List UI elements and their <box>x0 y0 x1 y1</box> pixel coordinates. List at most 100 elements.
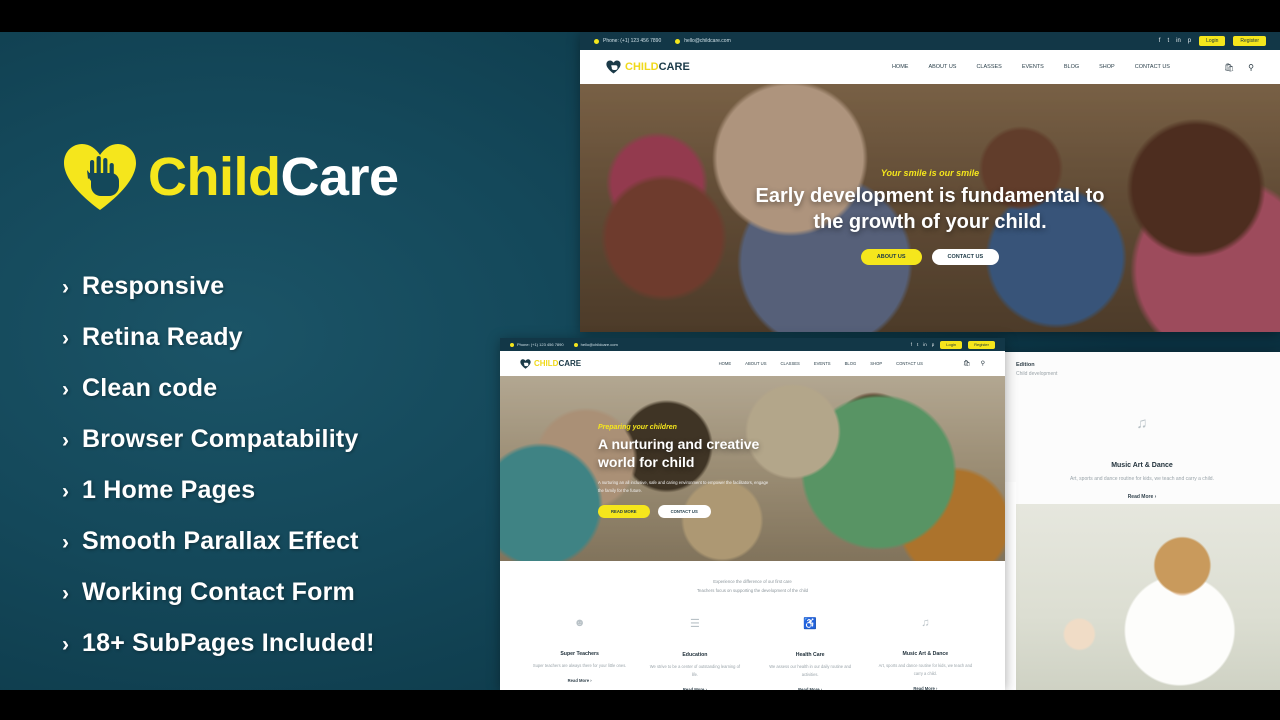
nav-tools: 🛍 ⚲ <box>1210 63 1254 72</box>
twitter-icon[interactable]: t <box>1167 38 1169 44</box>
hero-contact-us-button[interactable]: CONTACT US <box>657 504 711 518</box>
nav-logo[interactable]: CHILD CARE <box>606 60 690 74</box>
chevron-right-icon: › <box>62 633 70 656</box>
search-icon[interactable]: ⚲ <box>1248 63 1254 72</box>
chevron-right-icon: › <box>62 378 70 401</box>
nav-item-events[interactable]: EVENTS <box>1022 64 1044 70</box>
site-navbar: CHILD CARE HOME ABOUT US CLASSES EVENTS B… <box>500 351 1005 376</box>
shotc-left-column <box>1004 482 1016 690</box>
letterbox-top <box>0 0 1280 32</box>
topbar-email[interactable]: hello@childcare.com <box>573 342 618 347</box>
feature-label: Browser Compatability <box>82 425 359 453</box>
shotc-heading: Edition <box>1016 362 1035 368</box>
nav-item-shop[interactable]: SHOP <box>870 361 882 366</box>
teacher-icon: ☻ <box>573 617 586 630</box>
topbar-email[interactable]: hello@childcare.com <box>675 38 731 44</box>
nav-item-events[interactable]: EVENTS <box>814 361 831 366</box>
email-text: hello@childcare.com <box>580 342 618 347</box>
nav-item-contact-us[interactable]: CONTACT US <box>896 361 923 366</box>
nav-item-about-us[interactable]: ABOUT US <box>745 361 766 366</box>
feature-list: › Responsive › Retina Ready › Clean code › B… <box>62 272 492 680</box>
nav-menu: HOME ABOUT US CLASSES EVENTS BLOG SHOP C… <box>872 64 1170 70</box>
service-card: ♫ Music Art & Dance Art, sports and danc… <box>868 617 983 690</box>
search-icon[interactable]: ⚲ <box>981 360 985 367</box>
nav-item-contact-us[interactable]: CONTACT US <box>1135 64 1170 70</box>
login-button[interactable]: Login <box>940 340 963 349</box>
feature-label: Smooth Parallax Effect <box>82 527 359 555</box>
hero-read-more-button[interactable]: READ MORE <box>598 504 650 518</box>
topbar-actions: f t in p Login Register <box>906 340 995 349</box>
chevron-right-icon: › <box>62 429 70 452</box>
linkedin-icon[interactable]: in <box>923 342 927 347</box>
nav-item-shop[interactable]: SHOP <box>1099 64 1115 70</box>
feature-item: › Responsive <box>62 272 492 301</box>
facebook-icon[interactable]: f <box>1159 38 1161 44</box>
nav-item-home[interactable]: HOME <box>892 64 909 70</box>
brand-word-child: Child <box>148 147 281 207</box>
linkedin-icon[interactable]: in <box>1176 38 1181 44</box>
site-topbar: Phone: (+1) 123 456 7890 hello@childcare… <box>500 338 1005 351</box>
feature-label: Working Contact Form <box>82 578 355 606</box>
read-more-link[interactable]: Read More › <box>1004 494 1280 500</box>
shotc-service-card: ♫ Music Art & Dance Art, sports and danc… <box>1004 381 1280 500</box>
topbar-phone[interactable]: Phone: (+1) 123 456 7890 <box>510 342 564 347</box>
music-icon: ♫ <box>1136 415 1148 432</box>
twitter-icon[interactable]: t <box>917 342 918 347</box>
promo-stage: ChildCare › Responsive › Retina Ready › Cle… <box>0 0 1280 720</box>
screenshot-right-partial[interactable]: Edition Child development ♫ Music Art & … <box>1004 352 1280 690</box>
hero-headline-line1: A nurturing and creative <box>598 436 760 452</box>
services-intro-line1: Experience the difference of our first c… <box>713 579 792 584</box>
nav-item-classes[interactable]: CLASSES <box>781 361 800 366</box>
heart-hand-icon <box>62 142 138 212</box>
chevron-right-icon: › <box>62 582 70 605</box>
service-title: Health Care <box>795 652 825 659</box>
screenshot-home-hero[interactable]: Phone: (+1) 123 456 7890 hello@childcare… <box>580 32 1280 332</box>
hero-about-us-button[interactable]: ABOUT US <box>860 249 922 265</box>
music-icon: ♫ <box>921 617 930 630</box>
hero-content: Preparing your children A nurturing and … <box>500 376 770 518</box>
login-button[interactable]: Login <box>1199 36 1226 46</box>
feature-label: Clean code <box>82 374 218 402</box>
nav-item-blog[interactable]: BLOG <box>845 361 857 366</box>
facebook-icon[interactable]: f <box>911 342 912 347</box>
screenshot-home-secondary[interactable]: Phone: (+1) 123 456 7890 hello@childcare… <box>500 338 1005 690</box>
hero-section: Your smile is our smile Early developmen… <box>580 84 1280 332</box>
services-intro-line2: Teachers focus on supporting the develop… <box>696 588 809 594</box>
feature-item: › Working Contact Form <box>62 578 492 607</box>
shotc-header: Edition Child development <box>1004 352 1280 381</box>
hero-tagline: Preparing your children <box>598 424 677 431</box>
feature-item: › Clean code <box>62 374 492 403</box>
phone-text: Phone: (+1) 123 456 7890 <box>517 342 564 347</box>
register-button[interactable]: Register <box>968 340 995 349</box>
feature-item: › Retina Ready <box>62 323 492 352</box>
feature-item: › Browser Compatability <box>62 425 492 454</box>
shotc-subheading: Child development <box>1016 371 1058 377</box>
register-button[interactable]: Register <box>1233 36 1266 46</box>
nav-logo-child: CHILD <box>625 61 659 73</box>
services-intro: Experience the difference of our first c… <box>522 577 983 595</box>
cart-icon[interactable]: 🛍 <box>1224 63 1234 72</box>
read-more-link[interactable]: Read More › <box>522 678 637 683</box>
feature-label: Responsive <box>82 272 225 300</box>
cart-icon[interactable]: 🛍 <box>963 360 971 367</box>
nav-item-home[interactable]: HOME <box>719 361 732 366</box>
nav-item-classes[interactable]: CLASSES <box>976 64 1001 70</box>
letterbox-bottom <box>0 690 1280 720</box>
nav-logo-child: CHILD <box>534 359 559 368</box>
chevron-right-icon: › <box>62 327 70 350</box>
nav-logo[interactable]: CHILD CARE <box>520 358 581 369</box>
hero-buttons: ABOUT US CONTACT US <box>580 249 1280 265</box>
hero-headline-line2: world for child <box>598 454 695 471</box>
email-text: hello@childcare.com <box>684 38 731 44</box>
service-title: Music Art & Dance <box>902 651 949 658</box>
hero-contact-us-button[interactable]: CONTACT US <box>931 249 1000 265</box>
nav-item-blog[interactable]: BLOG <box>1064 64 1079 70</box>
nav-item-about-us[interactable]: ABOUT US <box>928 64 956 70</box>
topbar-phone[interactable]: Phone: (+1) 123 456 7890 <box>594 38 661 44</box>
feature-label: 18+ SubPages Included! <box>82 629 375 657</box>
health-icon: ♿ <box>803 618 817 631</box>
service-title: Music Art & Dance <box>1111 462 1173 469</box>
service-desc: We strive to be a center of outstanding … <box>649 664 741 677</box>
pinterest-icon[interactable]: p <box>1188 38 1191 44</box>
pinterest-icon[interactable]: p <box>932 342 935 347</box>
